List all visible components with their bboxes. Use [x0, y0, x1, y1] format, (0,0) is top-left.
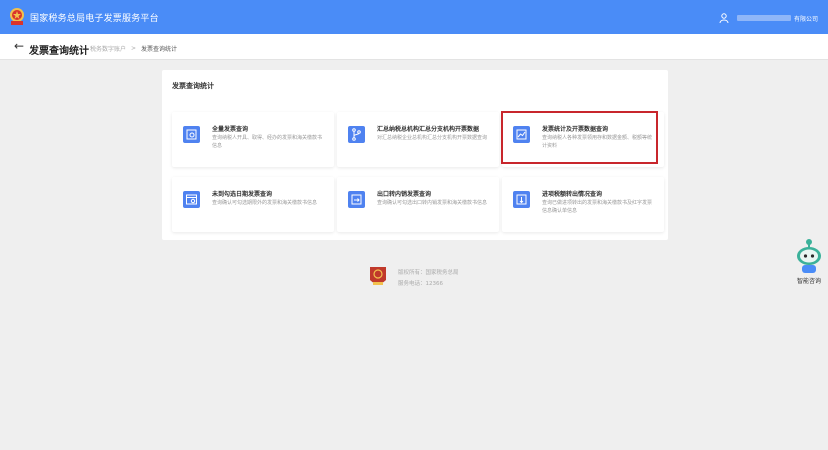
- user-menu[interactable]: 有限公司: [719, 12, 818, 24]
- tax-bureau-logo-icon: [370, 267, 386, 285]
- breadcrumb-item-current: 发票查询统计: [141, 46, 178, 53]
- footer-hotline: 服务电话：12366: [398, 281, 443, 287]
- card-description: 对汇总纳税企业总机构汇总分支机构开票数据查询: [377, 135, 488, 141]
- user-icon: [719, 13, 729, 23]
- breadcrumb-item-home[interactable]: 税务数字账户: [90, 44, 126, 53]
- calendar-search-icon: [183, 191, 200, 208]
- card-pending-date-invoice-query[interactable]: 未到勾选日期发票查询 查询确认可勾选期限外的发票和海关缴款书信息: [172, 177, 334, 232]
- branch-icon: [348, 126, 365, 143]
- card-title: 进项税额转出情况查询: [542, 191, 603, 198]
- footer-info: 版权所有：国家税务总局 服务电话：12366: [398, 268, 459, 290]
- card-title: 汇总纳税总机构汇总分支机构开票数据: [377, 126, 480, 133]
- top-bar: 国家税务总局电子发票服务平台 有限公司: [0, 0, 828, 34]
- card-description: 查询已做进项转出的发票和海关缴款书及红字发票信息确认单信息: [542, 200, 653, 214]
- card-description: 查询纳税人开具、取得、经办的发票和海关缴款书信息: [212, 135, 323, 149]
- highlight-box: [501, 111, 658, 164]
- footer-copyright: 版权所有：国家税务总局: [398, 270, 459, 276]
- search-doc-icon: [183, 126, 200, 143]
- card-input-tax-transfer-query[interactable]: 进项税额转出情况查询 查询已做进项转出的发票和海关缴款书及红字发票信息确认单信息: [502, 177, 664, 232]
- breadcrumb-separator: >: [131, 45, 137, 52]
- card-full-invoice-query[interactable]: 全量发票查询 查询纳税人开具、取得、经办的发票和海关缴款书信息: [172, 112, 334, 167]
- card-description: 查询确认可勾选出口转内销发票和海关缴款书信息: [377, 200, 488, 206]
- back-arrow-icon[interactable]: ←: [14, 40, 24, 52]
- card-export-domestic-invoice-query[interactable]: 出口转内销发票查询 查询确认可勾选出口转内销发票和海关缴款书信息: [337, 177, 499, 232]
- card-title: 未到勾选日期发票查询: [212, 191, 273, 198]
- app-title: 国家税务总局电子发票服务平台: [30, 14, 159, 24]
- transfer-out-icon: [513, 191, 530, 208]
- page-header: ← 发票查询统计 税务数字账户 > 发票查询统计: [0, 34, 828, 60]
- page-title: 发票查询统计: [29, 46, 89, 57]
- assistant-label: 智能咨询: [796, 278, 821, 285]
- transfer-icon: [348, 191, 365, 208]
- breadcrumb: 税务数字账户 > 发票查询统计: [90, 44, 177, 53]
- card-description: 查询确认可勾选期限外的发票和海关缴款书信息: [212, 200, 318, 206]
- card-title: 出口转内销发票查询: [377, 191, 432, 198]
- robot-assistant-icon: [797, 239, 821, 273]
- smart-assistant-widget[interactable]: 智能咨询: [793, 236, 825, 288]
- panel-title: 发票查询统计: [172, 82, 214, 90]
- tax-emblem-icon: [10, 8, 24, 25]
- masked-user-name: [736, 15, 791, 21]
- card-title: 全量发票查询: [212, 126, 249, 133]
- user-name: 有限公司: [793, 15, 818, 23]
- card-branch-invoice-data[interactable]: 汇总纳税总机构汇总分支机构开票数据 对汇总纳税企业总机构汇总分支机构开票数据查询: [337, 112, 499, 167]
